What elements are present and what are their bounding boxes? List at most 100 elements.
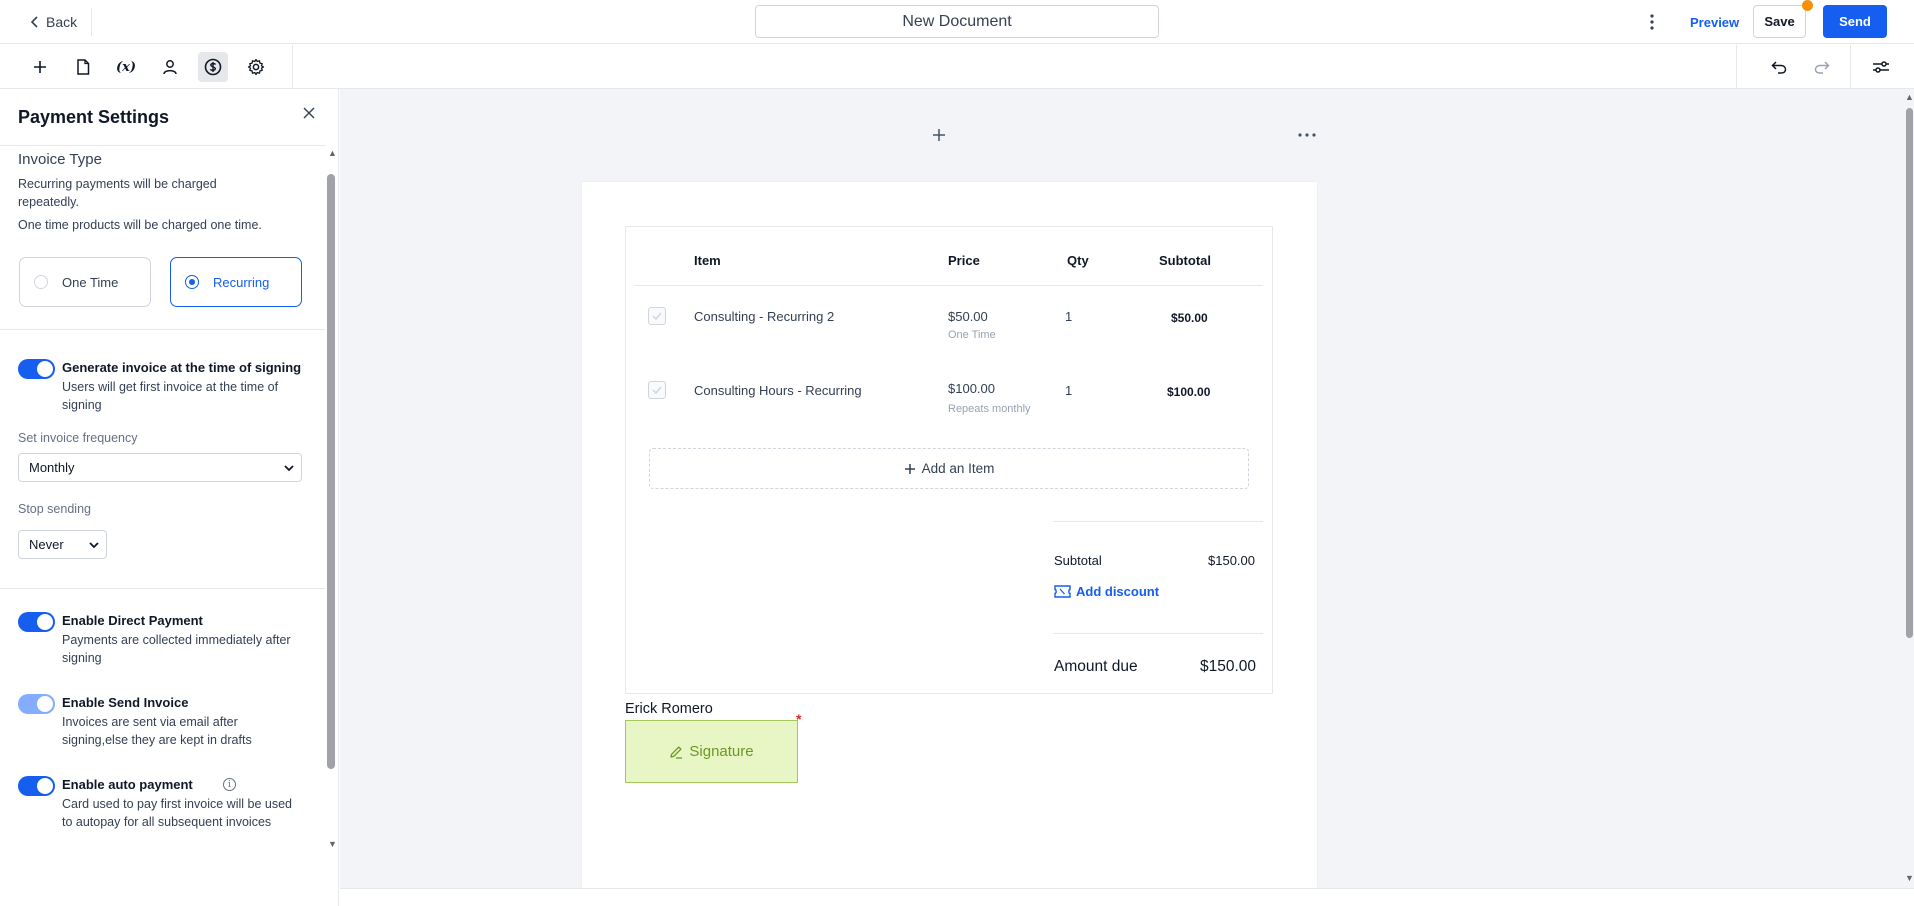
page-icon bbox=[77, 59, 90, 75]
toolbar-divider bbox=[1850, 45, 1851, 89]
recurring-radio[interactable] bbox=[185, 275, 199, 289]
undo-button[interactable] bbox=[1764, 52, 1794, 82]
more-options-icon[interactable] bbox=[1640, 10, 1664, 34]
plus-icon bbox=[904, 463, 915, 474]
recipients-button[interactable] bbox=[155, 52, 185, 82]
settings-button[interactable] bbox=[241, 52, 271, 82]
amount-due-value: $150.00 bbox=[1200, 658, 1257, 675]
auto-payment-toggle[interactable] bbox=[18, 776, 55, 796]
ticket-icon bbox=[1054, 585, 1071, 598]
header-subtotal: Subtotal bbox=[1159, 253, 1211, 268]
scroll-down-arrow[interactable]: ▼ bbox=[328, 839, 337, 849]
redo-icon bbox=[1814, 61, 1830, 74]
row-item-name: Consulting Hours - Recurring bbox=[694, 383, 862, 398]
one-time-radio[interactable] bbox=[34, 275, 48, 289]
adjustments-button[interactable] bbox=[1866, 52, 1896, 82]
variables-button[interactable]: (x) bbox=[111, 52, 141, 82]
scroll-up-arrow[interactable]: ▲ bbox=[328, 148, 337, 158]
header-item: Item bbox=[694, 253, 721, 268]
add-item-button[interactable]: Add an Item bbox=[649, 448, 1249, 489]
send-button[interactable]: Send bbox=[1823, 5, 1887, 38]
row-price: $50.00 bbox=[948, 309, 988, 324]
add-element-button[interactable] bbox=[25, 52, 55, 82]
row-qty: 1 bbox=[1065, 383, 1073, 398]
more-horizontal-icon bbox=[1298, 133, 1316, 137]
add-discount-button[interactable]: Add discount bbox=[1054, 584, 1159, 599]
signature-field[interactable]: Signature bbox=[625, 720, 798, 783]
panel-divider bbox=[0, 588, 325, 589]
stop-sending-label: Stop sending bbox=[18, 502, 91, 516]
stop-sending-select[interactable]: Never bbox=[18, 530, 107, 559]
direct-payment-desc: Payments are collected immediately after… bbox=[62, 633, 291, 665]
canvas-bottom-bar bbox=[340, 888, 1914, 906]
panel-scrollbar-thumb[interactable] bbox=[327, 174, 335, 769]
subtotal-value: $150.00 bbox=[1208, 553, 1255, 568]
auto-payment-label: Enable auto payment bbox=[62, 777, 193, 792]
panel-divider bbox=[0, 329, 325, 330]
frequency-value: Monthly bbox=[29, 460, 75, 475]
direct-payment-toggle[interactable] bbox=[18, 612, 55, 632]
save-button[interactable]: Save bbox=[1753, 5, 1806, 38]
chevron-down-icon bbox=[284, 465, 294, 472]
document-title-input[interactable]: New Document bbox=[755, 5, 1159, 38]
back-button[interactable]: Back bbox=[22, 8, 93, 36]
info-icon[interactable]: i bbox=[223, 778, 236, 791]
payment-icon bbox=[204, 58, 222, 76]
stop-sending-value: Never bbox=[29, 537, 64, 552]
chevron-down-icon bbox=[89, 542, 99, 549]
variables-icon: (x) bbox=[115, 59, 137, 75]
recurring-label: Recurring bbox=[213, 274, 270, 290]
direct-payment-label: Enable Direct Payment bbox=[62, 613, 203, 628]
required-marker: * bbox=[796, 711, 802, 727]
add-item-label: Add an Item bbox=[921, 461, 995, 476]
frequency-label: Set invoice frequency bbox=[18, 431, 138, 445]
row-price-note: One Time bbox=[948, 329, 996, 341]
send-invoice-toggle[interactable] bbox=[18, 694, 55, 714]
generate-invoice-setting: Generate invoice at the time of signing … bbox=[18, 359, 308, 412]
send-invoice-desc: Invoices are sent via email after signin… bbox=[62, 715, 252, 747]
toolbar-divider bbox=[1736, 45, 1737, 89]
close-panel-button[interactable] bbox=[299, 103, 319, 123]
editor-toolbar: (x) bbox=[0, 45, 1914, 89]
auto-payment-desc: Card used to pay first invoice will be u… bbox=[62, 797, 292, 829]
panel-divider bbox=[0, 145, 325, 146]
add-discount-label: Add discount bbox=[1076, 584, 1160, 599]
add-section-button[interactable] bbox=[925, 121, 953, 149]
invoice-type-heading: Invoice Type bbox=[18, 151, 102, 168]
user-icon bbox=[163, 60, 177, 75]
panel-title: Payment Settings bbox=[18, 107, 170, 127]
row-price-note: Repeats monthly bbox=[948, 403, 1031, 415]
redo-button[interactable] bbox=[1807, 52, 1837, 82]
send-invoice-label: Enable Send Invoice bbox=[62, 695, 189, 710]
payment-settings-panel: Payment Settings Invoice Type Recurring … bbox=[0, 89, 339, 906]
plus-icon bbox=[933, 129, 945, 141]
header-qty: Qty bbox=[1067, 253, 1089, 268]
row-checkbox[interactable] bbox=[648, 381, 666, 399]
frequency-select[interactable]: Monthly bbox=[18, 453, 302, 482]
unsaved-indicator bbox=[1802, 0, 1813, 11]
signature-label: Signature bbox=[689, 743, 754, 760]
row-item-name: Consulting - Recurring 2 bbox=[694, 309, 835, 324]
row-checkbox[interactable] bbox=[648, 307, 666, 325]
undo-icon bbox=[1771, 61, 1787, 74]
amount-due-label: Amount due bbox=[1054, 658, 1138, 675]
canvas-scrollbar-thumb[interactable] bbox=[1906, 108, 1913, 638]
pen-icon bbox=[670, 745, 683, 759]
recurring-option[interactable]: Recurring bbox=[170, 257, 302, 307]
section-more-button[interactable] bbox=[1295, 123, 1319, 147]
summary-divider bbox=[1053, 521, 1263, 522]
row-qty: 1 bbox=[1065, 309, 1073, 324]
generate-invoice-toggle[interactable] bbox=[18, 359, 55, 379]
pages-button[interactable] bbox=[68, 52, 98, 82]
check-icon bbox=[652, 386, 662, 394]
invoice-type-help-recurring: Recurring payments will be charged repea… bbox=[18, 177, 217, 209]
payment-settings-button[interactable] bbox=[198, 52, 228, 82]
canvas-scroll-down[interactable]: ▼ bbox=[1905, 873, 1914, 883]
canvas-scroll-up[interactable]: ▲ bbox=[1905, 92, 1914, 102]
row-subtotal: $50.00 bbox=[1171, 311, 1208, 325]
one-time-option[interactable]: One Time bbox=[19, 257, 151, 307]
row-subtotal: $100.00 bbox=[1167, 385, 1211, 399]
one-time-label: One Time bbox=[62, 274, 119, 290]
preview-button[interactable]: Preview bbox=[1680, 6, 1749, 38]
table-divider bbox=[634, 285, 1263, 286]
